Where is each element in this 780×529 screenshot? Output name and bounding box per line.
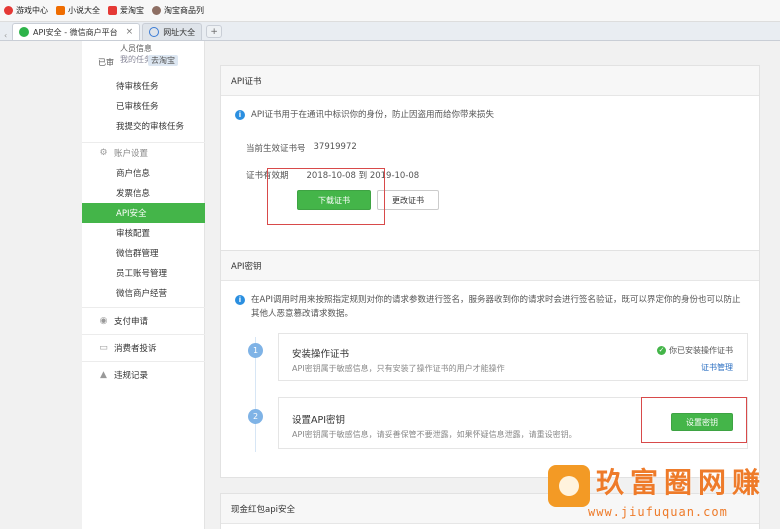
sidebar-item-pay-apply[interactable]: ◉ 支付申请	[82, 310, 205, 332]
game-center-icon	[4, 6, 13, 15]
sidebar-item-my-submitted[interactable]: 我提交的审核任务	[82, 116, 205, 136]
key-info: i 在API调用时用来按照指定规则对你的请求参数进行签名，服务器收到你的请求时会…	[235, 293, 745, 321]
sidebar-item-pending-review[interactable]: 待审核任务	[82, 76, 205, 96]
shield-check-icon: ◉	[99, 315, 108, 326]
sidebar-item-reviewed[interactable]: 已审核任务	[82, 96, 205, 116]
close-icon[interactable]: ×	[126, 27, 134, 37]
watermark-logo-icon	[548, 465, 590, 507]
check-icon: ✓	[657, 346, 666, 355]
sidebar: 人员信息 已审 我的任务 去淘宝 待审核任务 已审核任务 我提交的审核任务 ⚙ …	[82, 41, 205, 529]
cert-serial: 当前生效证书号 37919972	[246, 142, 357, 154]
sidebar-item-review-config[interactable]: 审核配置	[82, 223, 205, 243]
sidebar-divider	[82, 307, 205, 308]
highlight-box	[641, 397, 747, 443]
cert-manage-link[interactable]: 证书管理	[701, 362, 733, 373]
novels-icon	[56, 6, 65, 15]
bookmark-ai-taobao[interactable]: 爱淘宝	[108, 5, 144, 16]
panel-title: API证书	[221, 66, 759, 96]
warning-icon: ▲	[100, 369, 107, 380]
bookmarks-bar: 游戏中心 小说大全 爱淘宝 淘宝商品列	[0, 0, 780, 22]
sidebar-item-wechat-group[interactable]: 微信群管理	[82, 243, 205, 263]
tab-strip: ‹ API安全 - 微信商户平台 × 网址大全 +	[0, 22, 780, 41]
sidebar-group-account: ⚙ 账户设置	[99, 147, 149, 159]
main-content: API证书 i API证书用于在通讯中标识你的身份，防止因盗用而给你带来损失 当…	[206, 41, 780, 529]
api-cert-panel: API证书 i API证书用于在通讯中标识你的身份，防止因盗用而给你带来损失 当…	[220, 65, 760, 260]
tab-api-security[interactable]: API安全 - 微信商户平台 ×	[12, 23, 141, 40]
step-number: 1	[248, 343, 263, 358]
step-install-cert: 安装操作证书 API密钥属于敏感信息，只有安装了操作证书的用户才能操作 ✓ 你已…	[278, 333, 748, 381]
api-key-panel: API密钥 i 在API调用时用来按照指定规则对你的请求参数进行签名，服务器收到…	[220, 250, 760, 478]
bookmark-novels[interactable]: 小说大全	[56, 5, 100, 16]
new-tab-button[interactable]: +	[206, 25, 223, 38]
tab-url-directory[interactable]: 网址大全	[142, 23, 203, 40]
bookmark-game-center[interactable]: 游戏中心	[4, 5, 48, 16]
hover-tooltip: 人员信息 已审 我的任务 去淘宝	[90, 43, 205, 73]
panel-title: API密钥	[221, 251, 759, 281]
wechat-icon	[19, 27, 29, 37]
bookmark-taobao-list[interactable]: 淘宝商品列	[152, 5, 204, 16]
cert-info: i API证书用于在通讯中标识你的身份，防止因盗用而给你带来损失	[235, 108, 494, 122]
chat-icon: ▭	[99, 342, 108, 353]
sidebar-item-merchant-info[interactable]: 商户信息	[82, 163, 205, 183]
gear-icon: ⚙	[99, 147, 108, 158]
globe-icon	[149, 27, 160, 37]
change-cert-button[interactable]: 更改证书	[377, 190, 439, 210]
sidebar-item-staff-accounts[interactable]: 员工账号管理	[82, 263, 205, 283]
sidebar-divider	[82, 334, 205, 335]
sidebar-item-invoice-info[interactable]: 发票信息	[82, 183, 205, 203]
sidebar-item-violations[interactable]: ▲ 违规记录	[82, 364, 205, 386]
sidebar-item-complaints[interactable]: ▭ 消费者投诉	[82, 337, 205, 359]
cert-installed-status: ✓ 你已安装操作证书	[657, 346, 733, 355]
sidebar-item-merchant-operations[interactable]: 微信商户经营	[82, 283, 205, 303]
sidebar-divider	[82, 361, 205, 362]
sidebar-item-api-security[interactable]: API安全	[82, 203, 205, 223]
taobao-icon	[108, 6, 117, 15]
list-icon	[152, 6, 161, 15]
watermark: 玖富圈网赚 www.jiufuquan.com	[548, 461, 780, 529]
highlight-box	[267, 168, 385, 225]
info-icon: i	[235, 295, 245, 305]
step-number: 2	[248, 409, 263, 424]
info-icon: i	[235, 110, 245, 120]
tab-scroll-icon[interactable]: ‹	[4, 31, 12, 40]
